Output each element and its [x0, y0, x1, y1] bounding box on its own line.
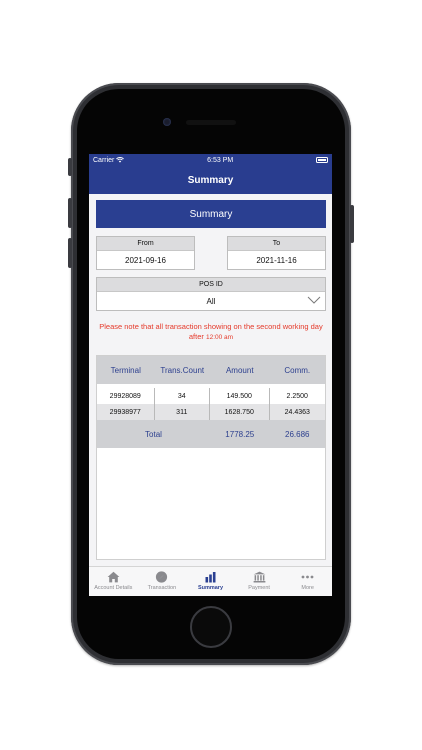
table-row[interactable]: 29938977 311 1628.750 24.4363: [97, 404, 325, 420]
summary-content: Summary From 2021-09-16 To 2021-11-16 PO…: [89, 194, 332, 566]
from-date-label: From: [97, 237, 194, 251]
header-terminal: Terminal: [110, 365, 141, 375]
table-header: Terminal Trans.Count Amount Comm.: [97, 356, 325, 384]
table-row[interactable]: 29928089 34 149.500 2.2500: [97, 388, 325, 404]
power-button: [350, 205, 354, 243]
front-camera: [163, 118, 171, 126]
tab-payment[interactable]: Payment: [235, 567, 284, 596]
to-date-field[interactable]: To 2021-11-16: [227, 236, 326, 270]
total-comm: 26.686: [285, 429, 310, 439]
navigation-bar: Summary: [89, 166, 332, 194]
tab-label: More: [301, 585, 314, 591]
tab-label: Summary: [197, 585, 224, 591]
header-amount: Amount: [225, 365, 254, 375]
pos-id-label: POS ID: [97, 278, 325, 292]
earpiece-speaker: [186, 120, 236, 125]
volume-up-button: [68, 198, 72, 228]
tab-more[interactable]: More: [283, 567, 332, 596]
tab-label: Payment: [248, 585, 270, 591]
volume-down-button: [68, 238, 72, 268]
tab-label: Account Details: [94, 585, 133, 591]
summary-banner-title: Summary: [189, 208, 233, 220]
nav-title: Summary: [187, 174, 234, 186]
wifi-icon: [116, 157, 125, 163]
cell-amount: 149.500: [210, 388, 270, 404]
notice-text: Please note that all transaction showing…: [99, 322, 323, 343]
compass-icon: [156, 571, 168, 583]
bank-icon: [253, 571, 265, 583]
tab-summary[interactable]: Summary: [186, 567, 235, 596]
cell-trans-count: 34: [155, 388, 211, 404]
cell-trans-count: 311: [155, 404, 211, 420]
pos-id-select[interactable]: POS ID All: [96, 277, 326, 311]
chevron-down-icon[interactable]: [307, 295, 321, 305]
bar-chart-icon: [205, 572, 216, 583]
header-comm: Comm.: [284, 365, 311, 375]
home-icon: [107, 571, 120, 583]
cell-comm: 2.2500: [286, 392, 308, 400]
home-button[interactable]: [190, 606, 232, 648]
tab-bar: Account Details Transaction Summary Paym…: [89, 566, 332, 596]
app-screen: Carrier 6:53 PM Summary Summary From 202…: [89, 154, 332, 596]
battery-icon: [316, 157, 328, 163]
more-icon: [301, 575, 314, 579]
silent-switch: [68, 158, 72, 176]
pos-id-dropdown[interactable]: All: [97, 292, 325, 310]
status-bar: Carrier 6:53 PM: [89, 154, 332, 166]
tab-label: Transaction: [147, 585, 177, 591]
from-date-value[interactable]: 2021-09-16: [97, 251, 194, 269]
pos-id-value: All: [206, 296, 216, 306]
total-label: Total: [145, 429, 162, 439]
to-date-value[interactable]: 2021-11-16: [228, 251, 325, 269]
table-total-row: Total 1778.25 26.686: [97, 420, 325, 448]
header-trans-count: Trans.Count: [160, 365, 205, 375]
cell-amount: 1628.750: [210, 404, 270, 420]
cell-comm: 24.4363: [284, 408, 310, 416]
cell-terminal: 29938977: [97, 404, 155, 420]
status-time: 6:53 PM: [207, 156, 234, 164]
from-date-field[interactable]: From 2021-09-16: [96, 236, 195, 270]
notice-time: 12:00 am: [205, 334, 234, 341]
summary-table: Terminal Trans.Count Amount Comm. 299280…: [96, 355, 326, 560]
summary-banner: Summary: [96, 200, 326, 228]
carrier-label: Carrier: [93, 156, 115, 164]
to-date-label: To: [228, 237, 325, 251]
cell-terminal: 29928089: [97, 388, 155, 404]
tab-transaction[interactable]: Transaction: [138, 567, 187, 596]
tab-account-details[interactable]: Account Details: [89, 567, 138, 596]
total-amount: 1778.25: [225, 429, 255, 439]
